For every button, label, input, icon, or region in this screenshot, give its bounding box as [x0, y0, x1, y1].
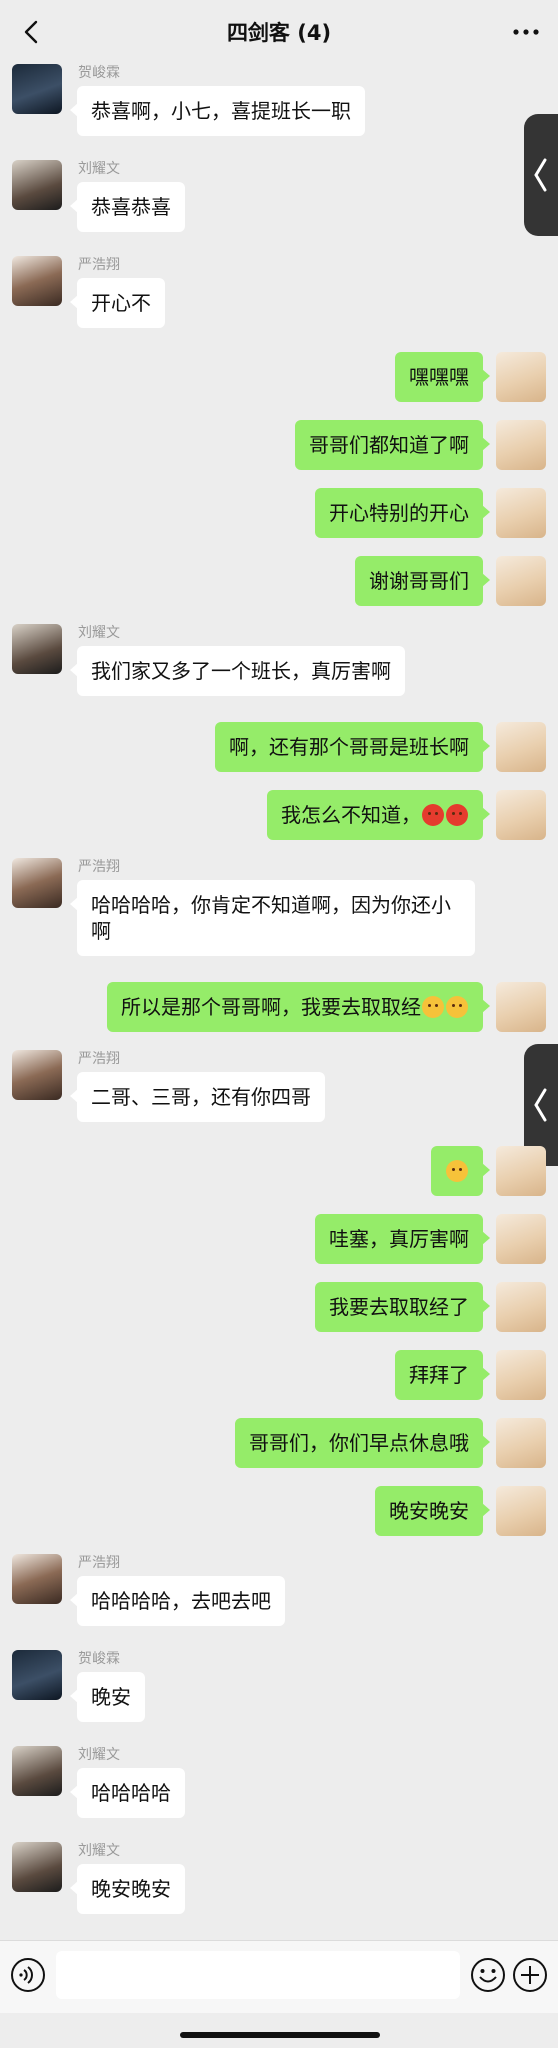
sender-name: 贺峻霖 — [78, 65, 120, 81]
emoji-icon[interactable] — [470, 1957, 506, 1993]
avatar-self[interactable] — [496, 1214, 546, 1264]
back-arrow-icon[interactable] — [16, 16, 48, 48]
plus-icon[interactable] — [512, 1957, 548, 1993]
more-options-icon[interactable] — [510, 18, 542, 46]
sender-name: 刘耀文 — [78, 161, 120, 177]
message-text: 哈哈哈哈，去吧去吧 — [91, 1589, 271, 1613]
avatar-self[interactable] — [496, 790, 546, 840]
chat-title: 四剑客 (4) — [226, 21, 332, 45]
sender-name: 贺峻霖 — [78, 1651, 120, 1667]
message-bubble[interactable]: 哈哈哈哈，去吧去吧 — [70, 1576, 285, 1626]
voice-input-icon[interactable] — [10, 1957, 46, 1993]
chevron-left-icon — [534, 158, 547, 192]
sender-name: 刘耀文 — [78, 1843, 120, 1859]
avatar-yanhaoxiang[interactable] — [12, 1554, 62, 1604]
message-bubble[interactable]: 我要去取取经了 — [315, 1282, 490, 1332]
message-bubble[interactable]: 晚安晚安 — [375, 1486, 490, 1536]
avatar-yanhaoxiang[interactable] — [12, 256, 62, 306]
message-text: 开心不 — [91, 291, 151, 315]
message-bubble[interactable]: 我怎么不知道， — [267, 790, 490, 840]
message-bubble[interactable]: 恭喜啊，小七，喜提班长一职 — [70, 86, 365, 136]
message-bubble[interactable]: 哈哈哈哈 — [70, 1768, 185, 1818]
avatar-self[interactable] — [496, 352, 546, 402]
avatar-yanhaoxiang[interactable] — [12, 858, 62, 908]
message-text: 所以是那个哥哥啊，我要去取取经 — [121, 995, 421, 1019]
avatar-liuyaowen[interactable] — [12, 1842, 62, 1892]
message-text: 哥哥们，你们早点休息哦 — [249, 1431, 469, 1455]
message-bubble[interactable]: 开心不 — [70, 278, 165, 328]
avatar-self[interactable] — [496, 982, 546, 1032]
message-text: 拜拜了 — [409, 1363, 469, 1387]
message-list[interactable]: 贺峻霖 恭喜啊，小七，喜提班长一职 刘耀文 恭喜恭喜 严浩翔 开心不 嘿嘿嘿 哥哥们都知道了啊… — [0, 64, 558, 1940]
avatar-liuyaowen[interactable] — [12, 160, 62, 210]
input-bar — [0, 1940, 558, 2013]
giggle-face-icon — [422, 996, 444, 1018]
message-bubble[interactable]: 谢谢哥哥们 — [355, 556, 490, 606]
avatar-hejunlin[interactable] — [12, 1650, 62, 1700]
message-bubble[interactable]: 开心特别的开心 — [315, 488, 490, 538]
message-bubble[interactable]: 二哥、三哥，还有你四哥 — [70, 1072, 325, 1122]
avatar-self[interactable] — [496, 420, 546, 470]
message-text: 我要去取取经了 — [329, 1295, 469, 1319]
avatar-self[interactable] — [496, 1282, 546, 1332]
sender-name: 严浩翔 — [78, 859, 120, 875]
avatar-self[interactable] — [496, 1418, 546, 1468]
sender-name: 严浩翔 — [78, 1555, 120, 1571]
chat-header: 四剑客 (4) — [0, 0, 558, 64]
message-bubble[interactable]: 哈哈哈哈，你肯定不知道啊，因为你还小啊 — [70, 880, 475, 956]
message-text: 二哥、三哥，还有你四哥 — [91, 1085, 311, 1109]
sender-name: 刘耀文 — [78, 625, 120, 641]
avatar-hejunlin[interactable] — [12, 64, 62, 114]
avatar-self[interactable] — [496, 1146, 546, 1196]
avatar-liuyaowen[interactable] — [12, 624, 62, 674]
avatar-liuyaowen[interactable] — [12, 1746, 62, 1796]
message-bubble[interactable]: 晚安 — [70, 1672, 145, 1722]
sender-name: 刘耀文 — [78, 1747, 120, 1763]
message-bubble[interactable]: 嘿嘿嘿 — [395, 352, 490, 402]
angry-face-icon — [446, 804, 468, 826]
avatar-yanhaoxiang[interactable] — [12, 1050, 62, 1100]
message-text: 晚安晚安 — [91, 1877, 171, 1901]
message-text: 恭喜啊，小七，喜提班长一职 — [91, 99, 351, 123]
message-bubble[interactable]: 晚安晚安 — [70, 1864, 185, 1914]
avatar-self[interactable] — [496, 1350, 546, 1400]
message-text: 哥哥们都知道了啊 — [309, 433, 469, 457]
giggle-face-icon — [446, 996, 468, 1018]
message-bubble[interactable]: 我们家又多了一个班长，真厉害啊 — [70, 646, 405, 696]
message-input[interactable] — [56, 1951, 460, 1999]
message-text: 嘿嘿嘿 — [409, 365, 469, 389]
worried-face-icon — [446, 1160, 468, 1182]
message-text: 我们家又多了一个班长，真厉害啊 — [91, 659, 391, 683]
floating-tab[interactable] — [524, 114, 558, 236]
chevron-left-icon — [534, 1088, 547, 1122]
message-text: 哈哈哈哈 — [91, 1781, 171, 1805]
sender-name: 严浩翔 — [78, 257, 120, 273]
message-bubble[interactable]: 所以是那个哥哥啊，我要去取取经 — [107, 982, 490, 1032]
message-bubble[interactable]: 拜拜了 — [395, 1350, 490, 1400]
message-bubble[interactable] — [431, 1146, 490, 1196]
message-text: 哈哈哈哈，你肯定不知道啊，因为你还小啊 — [91, 893, 451, 943]
avatar-self[interactable] — [496, 1486, 546, 1536]
message-text: 我怎么不知道， — [281, 803, 421, 827]
message-bubble[interactable]: 啊，还有那个哥哥是班长啊 — [215, 722, 490, 772]
message-bubble[interactable]: 哇塞，真厉害啊 — [315, 1214, 490, 1264]
avatar-self[interactable] — [496, 556, 546, 606]
message-text: 晚安晚安 — [389, 1499, 469, 1523]
message-text: 晚安 — [91, 1685, 131, 1709]
sender-name: 严浩翔 — [78, 1051, 120, 1067]
avatar-self[interactable] — [496, 722, 546, 772]
avatar-self[interactable] — [496, 488, 546, 538]
message-text: 哇塞，真厉害啊 — [329, 1227, 469, 1251]
message-text: 啊，还有那个哥哥是班长啊 — [229, 735, 469, 759]
message-bubble[interactable]: 哥哥们，你们早点休息哦 — [235, 1418, 490, 1468]
message-bubble[interactable]: 恭喜恭喜 — [70, 182, 185, 232]
home-indicator — [180, 2032, 380, 2038]
message-bubble[interactable]: 哥哥们都知道了啊 — [295, 420, 490, 470]
message-text: 恭喜恭喜 — [91, 195, 171, 219]
message-text: 开心特别的开心 — [329, 501, 469, 525]
angry-face-icon — [422, 804, 444, 826]
message-text: 谢谢哥哥们 — [369, 569, 469, 593]
